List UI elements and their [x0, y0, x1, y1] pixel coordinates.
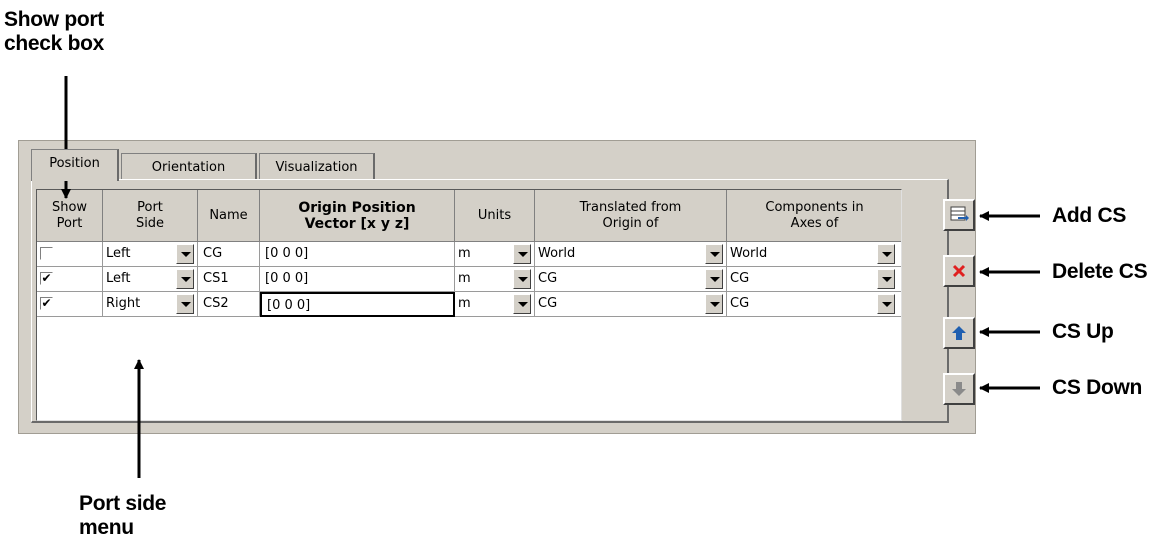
annotation-arrows — [61, 76, 1040, 478]
tab-position[interactable]: Position — [31, 149, 119, 181]
